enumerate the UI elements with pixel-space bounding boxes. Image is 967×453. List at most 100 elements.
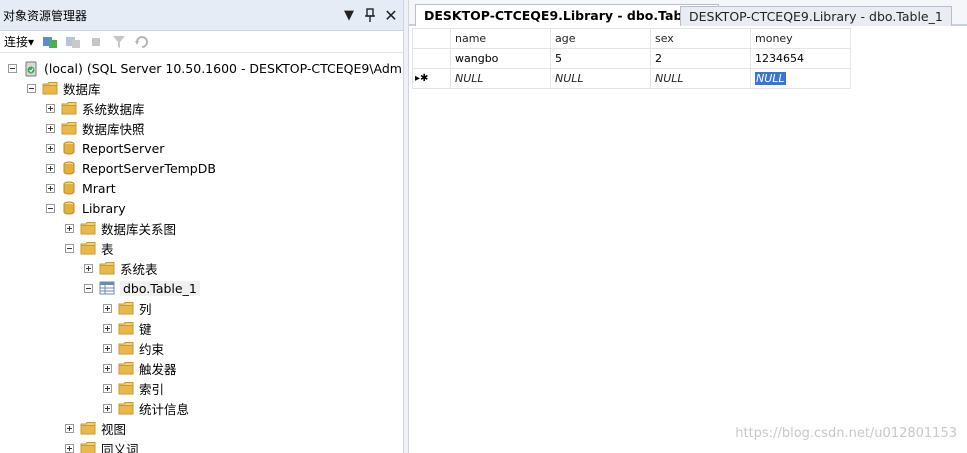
expand-plus-icon[interactable] [103, 303, 112, 313]
expand-plus-icon[interactable] [84, 263, 93, 273]
tree-node-label: 约束 [139, 341, 165, 357]
tree-node-label: 索引 [139, 381, 165, 397]
tree-node-label: ReportServerTempDB [82, 160, 216, 176]
cell-name[interactable]: wangbo [450, 48, 551, 69]
connect-button[interactable]: 连接▾ [4, 33, 34, 50]
expand-plus-icon[interactable] [103, 383, 112, 393]
expand-plus-icon[interactable] [46, 183, 55, 193]
tree-node-synonyms[interactable]: 同义词 [0, 438, 403, 453]
tree-node-label: 同义词 [101, 441, 139, 453]
folder-icon [61, 101, 77, 115]
tree-node-database-snapshots[interactable]: 数据库快照 [0, 118, 403, 138]
refresh-icon[interactable] [134, 34, 150, 50]
cell-age[interactable]: 5 [550, 48, 651, 69]
folder-icon [118, 341, 134, 355]
tree-node-statistics[interactable]: 统计信息 [0, 398, 403, 418]
expand-plus-icon[interactable] [103, 363, 112, 373]
expand-plus-icon[interactable] [65, 423, 74, 433]
cell-sex-null[interactable]: NULL [650, 68, 751, 89]
tree-node-label: 系统数据库 [82, 101, 145, 117]
expand-plus-icon[interactable] [46, 163, 55, 173]
expand-plus-icon[interactable] [103, 343, 112, 353]
tree-node-server[interactable]: (local) (SQL Server 10.50.1600 - DESKTOP… [0, 58, 403, 78]
object-explorer-title: 对象资源管理器 [3, 8, 88, 23]
expand-plus-icon[interactable] [46, 123, 55, 133]
tree-node-label: Mrart [82, 180, 116, 196]
tree-node-views[interactable]: 视图 [0, 418, 403, 438]
expand-plus-icon[interactable] [65, 443, 74, 453]
tree-node-system-tables[interactable]: 系统表 [0, 258, 403, 278]
collapse-minus-icon[interactable] [65, 243, 74, 253]
cell-money-null[interactable]: NULL [750, 68, 851, 89]
cell-sex[interactable]: 2 [650, 48, 751, 69]
dropdown-icon[interactable]: ▼ [340, 6, 358, 24]
folder-icon [118, 301, 134, 315]
row-selector-header[interactable] [412, 28, 451, 49]
tree-node-library[interactable]: Library [0, 198, 403, 218]
close-icon[interactable]: ✕ [382, 6, 400, 25]
column-header-name[interactable]: name [450, 28, 551, 49]
tree-node-label: 触发器 [139, 361, 177, 377]
folder-icon [80, 441, 96, 453]
tree-node-label: 视图 [101, 421, 127, 437]
expand-plus-icon[interactable] [65, 223, 74, 233]
tree-node-label: 表 [101, 241, 114, 257]
selected-cell-text: NULL [755, 72, 786, 85]
folder-icon [42, 81, 58, 95]
tree-node-label: Library [82, 200, 126, 216]
tab-table-1[interactable]: DESKTOP-CTCEQE9.Library - dbo.Table_1 [680, 6, 952, 26]
server-icon [23, 61, 39, 77]
tree-node-label: 数据库关系图 [101, 221, 177, 237]
folder-icon [99, 261, 115, 275]
tree-node-tables[interactable]: 表 [0, 238, 403, 258]
tree-node-dbo-table-1[interactable]: dbo.Table_1 [0, 278, 403, 298]
stop-icon[interactable] [88, 34, 104, 50]
collapse-minus-icon[interactable] [84, 283, 93, 293]
connect-object-explorer-icon[interactable] [42, 34, 58, 50]
disconnect-icon[interactable] [65, 34, 81, 50]
tree-node-keys[interactable]: 键 [0, 318, 403, 338]
column-header-sex[interactable]: sex [650, 28, 751, 49]
collapse-minus-icon[interactable] [27, 83, 36, 93]
tree-node-mrart[interactable]: Mrart [0, 178, 403, 198]
folder-icon [80, 241, 96, 255]
grid-header-row: name age sex money [412, 28, 851, 49]
folder-icon [118, 361, 134, 375]
tree-node-label: ReportServer [82, 140, 165, 156]
row-selector[interactable] [412, 48, 451, 69]
expand-plus-icon[interactable] [103, 323, 112, 333]
new-row-indicator[interactable]: ▸✱ [412, 68, 451, 89]
tree-node-columns[interactable]: 列 [0, 298, 403, 318]
table-row: wangbo 5 2 1234654 [412, 48, 851, 69]
tree-node-reportserver[interactable]: ReportServer [0, 138, 403, 158]
tree-node-indexes[interactable]: 索引 [0, 378, 403, 398]
column-header-money[interactable]: money [750, 28, 851, 49]
filter-icon[interactable] [111, 34, 127, 50]
collapse-minus-icon[interactable] [46, 203, 55, 213]
cell-name-null[interactable]: NULL [450, 68, 551, 89]
cell-money[interactable]: 1234654 [750, 48, 851, 69]
pin-icon[interactable] [361, 6, 379, 24]
tab-table-1-active[interactable]: DESKTOP-CTCEQE9.Library - dbo.Table_1 [415, 4, 720, 26]
tree-node-label: dbo.Table_1 [120, 280, 200, 296]
tree-node-label: 系统表 [120, 261, 158, 277]
tree-node-reportservertempdb[interactable]: ReportServerTempDB [0, 158, 403, 178]
object-explorer-title-bar: 对象资源管理器 ▼ ✕ [0, 0, 403, 31]
database-icon [61, 141, 77, 155]
expand-plus-icon[interactable] [103, 403, 112, 413]
table-data-grid: name age sex money wangbo 5 2 1234654 ▸✱… [412, 28, 851, 89]
tree-node-triggers[interactable]: 触发器 [0, 358, 403, 378]
document-tab-strip: DESKTOP-CTCEQE9.Library - dbo.Table_1 DE… [409, 0, 967, 26]
expand-plus-icon[interactable] [46, 143, 55, 153]
tree-node-constraints[interactable]: 约束 [0, 338, 403, 358]
tree-node-system-databases[interactable]: 系统数据库 [0, 98, 403, 118]
cell-age-null[interactable]: NULL [550, 68, 651, 89]
tree-node-databases[interactable]: 数据库 [0, 78, 403, 98]
expand-plus-icon[interactable] [46, 103, 55, 113]
column-header-age[interactable]: age [550, 28, 651, 49]
folder-icon [118, 401, 134, 415]
collapse-minus-icon[interactable] [8, 63, 17, 73]
tree-node-database-diagrams[interactable]: 数据库关系图 [0, 218, 403, 238]
tree-node-label: 统计信息 [139, 401, 190, 417]
object-explorer-panel: 对象资源管理器 ▼ ✕ 连接▾ (local) (SQL Server 10.5… [0, 0, 403, 453]
